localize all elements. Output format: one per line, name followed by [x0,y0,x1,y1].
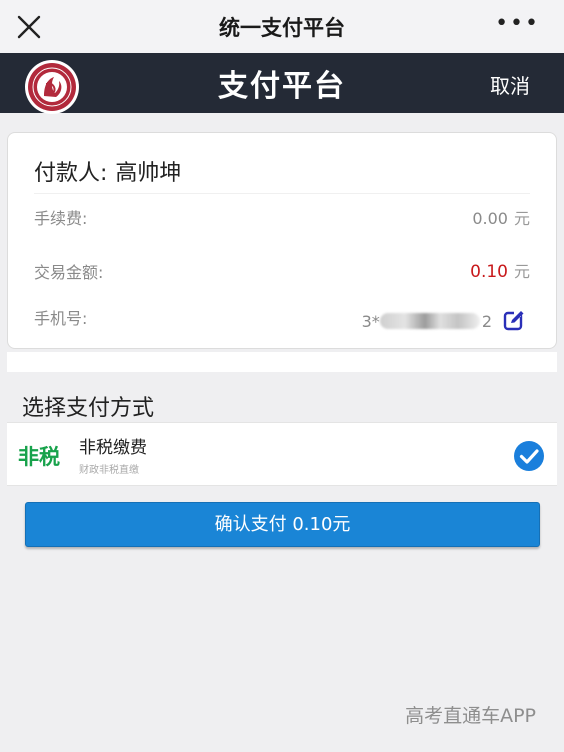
order-info-card: 付款人: 高帅坤 手续费: 0.00 元 交易金额: 0.10 元 手机号: 3* 2 [7,132,557,349]
divider [34,193,530,194]
amount-value: 0.10 [470,262,508,282]
edit-icon[interactable] [502,309,526,333]
card-bottom-strip [7,352,557,372]
phone-masked-digits [379,313,480,329]
fee-value-group: 0.00 元 [472,205,530,229]
amount-value-group: 0.10 元 [470,258,530,282]
confirm-pay-button[interactable]: 确认支付 0.10元 [25,502,540,547]
fee-value: 0.00 [472,209,508,228]
phone-label: 手机号: [34,309,88,328]
wechat-top-bar: 统一支付平台 ••• [0,0,564,53]
fee-unit: 元 [513,209,530,228]
payment-method-title: 选择支付方式 [22,396,155,421]
cancel-button[interactable]: 取消 [490,70,530,99]
fee-label: 手续费: [34,209,88,228]
checkmark-icon[interactable] [513,440,545,472]
payer-name: 高帅坤 [115,161,182,186]
nontax-badge: 非税 [18,445,60,469]
amount-unit: 元 [513,262,530,281]
wechat-page-title: 统一支付平台 [219,16,345,40]
page-title: 支付平台 [218,69,346,104]
phone-visible-part2: 2 [481,311,492,331]
phone-visible-part1: 3* [361,311,380,331]
phone-value-group: 3* 2 [362,309,526,333]
payment-method-name: 非税缴费 [79,438,147,458]
payment-method-subtitle: 财政非税直缴 [79,465,139,476]
watermark: 高考直通车APP [405,705,536,727]
payer-label: 付款人: [34,161,108,186]
payment-option-nontax[interactable]: 非税 非税缴费 财政非税直缴 [7,422,557,486]
payer-row: 付款人: 高帅坤 [34,155,181,187]
amount-label: 交易金额: [34,263,104,282]
app-header: 支付平台 取消 [0,53,564,114]
more-dots-icon[interactable]: ••• [495,13,540,35]
